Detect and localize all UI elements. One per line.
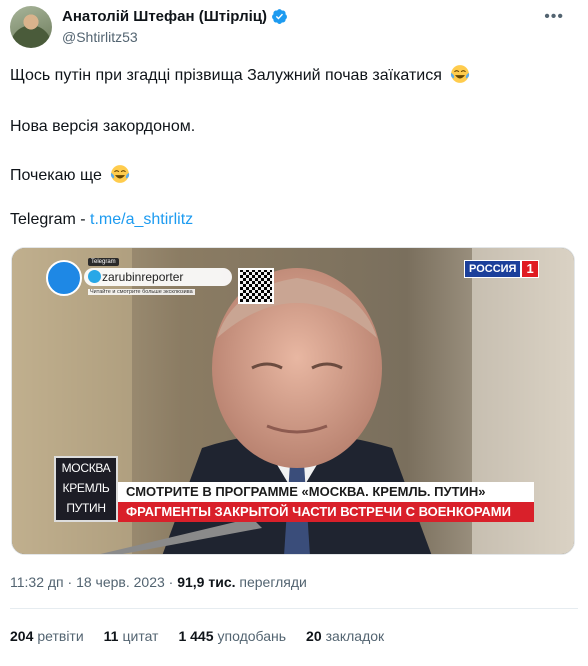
tears-of-joy-emoji-icon [451, 65, 470, 83]
more-options-icon[interactable]: ••• [544, 8, 564, 26]
tweet-media-image[interactable]: Telegram zarubinreporter Читайте и смотр… [11, 247, 575, 555]
reporter-avatar [46, 260, 82, 296]
banner-top-text: СМОТРИТЕ В ПРОГРАММЕ «МОСКВА. КРЕМЛЬ. ПУ… [126, 484, 486, 499]
show-badge: МОСКВА КРЕМЛЬ ПУТИН [54, 456, 118, 522]
bookmarks-count: 20 [306, 628, 322, 644]
tweet-text-line-4: Telegram - t.me/a_shtirlitz [10, 211, 193, 229]
avatar[interactable] [10, 6, 52, 48]
telegram-handle: zarubinreporter [102, 270, 184, 284]
bookmarks-stat[interactable]: 20 закладок [306, 628, 384, 644]
timestamp[interactable]: 11:32 дп · 18 черв. 2023 · [10, 574, 177, 590]
telegram-label: Telegram - [10, 211, 91, 228]
author-name-row: Анатолій Штефан (Штірліц) [62, 8, 288, 25]
channel-logo: РОССИЯ 1 [464, 260, 539, 278]
retweets-count: 204 [10, 628, 34, 644]
quotes-label: цитат [122, 628, 159, 644]
channel-name: РОССИЯ [464, 260, 522, 278]
telegram-tag: Telegram [88, 258, 119, 266]
divider [10, 608, 578, 609]
tweet-text: Почекаю ще [10, 167, 102, 184]
telegram-link[interactable]: t.me/a_shtirlitz [90, 211, 193, 228]
tweet-text-line-1: Щось путін при згадці прізвища Залужний … [10, 64, 470, 85]
tears-of-joy-emoji-icon [111, 165, 130, 183]
banner-bottom-text: ФРАГМЕНТЫ ЗАКРЫТОЙ ЧАСТИ ВСТРЕЧИ С ВОЕНК… [126, 504, 511, 519]
show-badge-line: КРЕМЛЬ [62, 481, 110, 495]
likes-count: 1 445 [178, 628, 214, 644]
verified-badge-icon [272, 9, 287, 24]
banner-top: СМОТРИТЕ В ПРОГРАММЕ «МОСКВА. КРЕМЛЬ. ПУ… [118, 482, 534, 502]
channel-number: 1 [521, 260, 539, 278]
quotes-count: 11 [103, 628, 119, 644]
views-label: перегляди [235, 574, 307, 590]
telegram-subtitle: Читайте и смотрите больше эксклюзива [88, 289, 195, 295]
tweet-text: Щось путін при згадці прізвища Залужний … [10, 67, 442, 84]
display-name[interactable]: Анатолій Штефан (Штірліц) [62, 8, 267, 25]
tweet-stats: 204 ретвіти 11 цитат 1 445 уподобань 20 закл… [10, 628, 384, 644]
tweet-meta: 11:32 дп · 18 черв. 2023 · 91,9 тис. пер… [10, 574, 307, 590]
retweets-label: ретвіти [37, 628, 84, 644]
likes-label: уподобань [217, 628, 287, 644]
likes-stat[interactable]: 1 445 уподобань [178, 628, 286, 644]
retweets-stat[interactable]: 204 ретвіти [10, 628, 84, 644]
show-badge-line: МОСКВА [61, 461, 111, 475]
quotes-stat[interactable]: 11 цитат [104, 628, 159, 644]
telegram-watermark: Telegram zarubinreporter Читайте и смотр… [46, 258, 274, 304]
author-handle[interactable]: @Shtirlitz53 [62, 29, 138, 45]
bookmarks-label: закладок [325, 628, 385, 644]
telegram-icon [88, 270, 101, 283]
show-badge-line: ПУТИН [66, 501, 106, 515]
tweet-header: Анатолій Штефан (Штірліц) @Shtirlitz53 •… [10, 6, 570, 48]
banner-bottom: ФРАГМЕНТЫ ЗАКРЫТОЙ ЧАСТИ ВСТРЕЧИ С ВОЕНК… [118, 502, 534, 522]
views-count: 91,9 тис. [177, 574, 236, 590]
tweet-text-line-2: Нова версія закордоном. [10, 118, 196, 135]
qr-code-icon [238, 268, 274, 304]
tweet-text-line-3: Почекаю ще [10, 164, 130, 185]
